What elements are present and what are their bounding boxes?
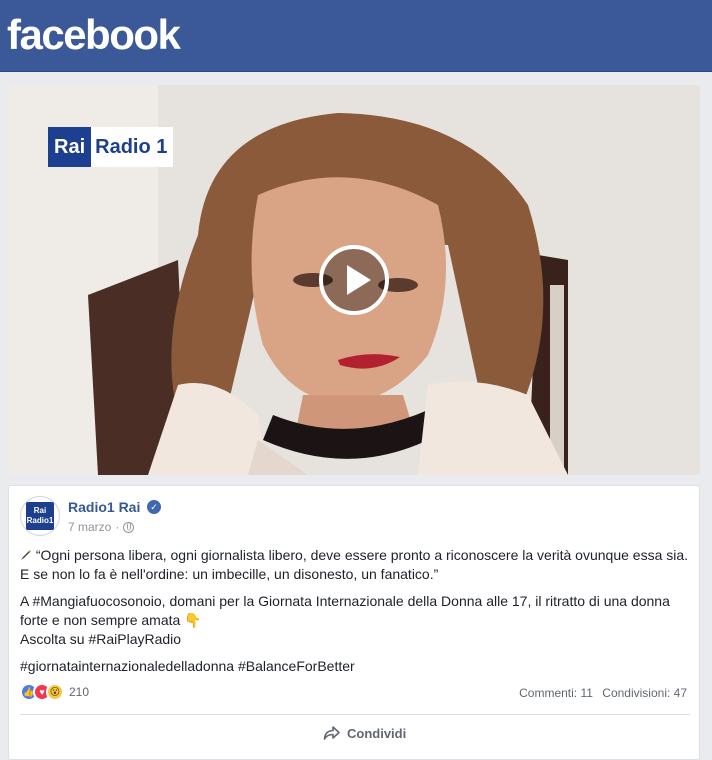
post-stats: Commenti: 11 Condivisioni: 47: [513, 686, 687, 700]
quote-text: “Ogni persona libera, ogni giornalista l…: [20, 547, 689, 582]
reactions-summary[interactable]: 👍 ♥ 😮 210: [20, 683, 89, 701]
facebook-logo[interactable]: facebook: [7, 12, 181, 58]
rai-avatar-logo: Rai Radio1: [26, 502, 54, 530]
video-player[interactable]: Rai Radio 1: [8, 85, 700, 475]
rai-radio1-overlay-logo: Rai Radio 1: [48, 127, 174, 167]
post-card: Rai Radio1 Radio1 Rai ✓ 7 marzo · “Ogni …: [8, 485, 700, 760]
page-name-link[interactable]: Radio1 Rai: [68, 499, 140, 515]
avatar-line2: Radio1: [26, 516, 54, 525]
play-icon: [347, 265, 371, 295]
post-meta: 7 marzo ·: [68, 520, 135, 534]
post-text: “Ogni persona libera, ogni giornalista l…: [20, 546, 690, 684]
share-button[interactable]: Condividi: [323, 725, 406, 741]
divider: [20, 714, 690, 715]
reaction-count[interactable]: 210: [69, 685, 89, 699]
pen-icon: [21, 550, 31, 560]
avatar-line1: Rai: [33, 506, 47, 515]
top-bar: facebook: [0, 0, 712, 72]
page-avatar[interactable]: Rai Radio1: [20, 496, 60, 536]
comments-count[interactable]: Commenti: 11: [519, 686, 593, 700]
rai-logo-mark: Rai: [48, 127, 92, 167]
verified-badge-icon: ✓: [147, 500, 161, 514]
meta-separator: ·: [115, 520, 120, 534]
share-arrow-icon: [323, 726, 340, 740]
share-label: Condividi: [347, 725, 407, 741]
play-button[interactable]: [319, 245, 389, 315]
shares-count[interactable]: Condivisioni: 47: [602, 686, 687, 700]
post-paragraph-quote: “Ogni persona libera, ogni giornalista l…: [20, 546, 690, 584]
globe-icon: [123, 521, 135, 533]
post-date[interactable]: 7 marzo: [68, 520, 111, 534]
body-line2: Ascolta su #RaiPlayRadio: [20, 631, 182, 647]
post-hashtags[interactable]: #giornatainternazionaledelladonna #Balan…: [20, 657, 690, 676]
wow-reaction-icon: 😮: [46, 683, 64, 701]
body-line1: A #Mangiafuocosonoio, domani per la Gior…: [20, 593, 670, 628]
radio1-logo-text: Radio 1: [91, 127, 174, 167]
post-paragraph-body: A #Mangiafuocosonoio, domani per la Gior…: [20, 592, 690, 649]
